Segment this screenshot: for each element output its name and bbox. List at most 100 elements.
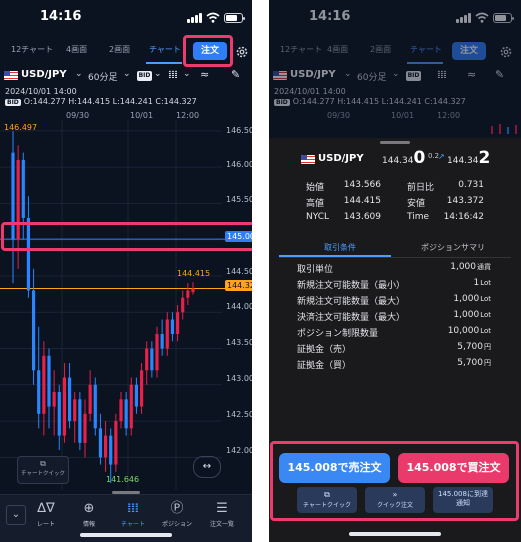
ohlc-datetime: 2024/10/01 14:00 [274, 87, 346, 96]
date-tick-label: 09/30 [327, 111, 351, 120]
indicator-icon[interactable]: ≈ [200, 68, 209, 81]
candle-body [73, 399, 77, 422]
candle-body [62, 377, 67, 436]
spread-arrow-icon: ↗ [438, 152, 445, 161]
chart-toolbar: USD/JPY ⌄ 60分足 ⌄ BID 𝍖 ≈ ✎ [269, 66, 521, 86]
spec-number: 5,700 [457, 358, 483, 368]
spec-label: 証拠金（売） [297, 345, 352, 355]
tab-chart[interactable]: チャート [410, 44, 442, 55]
pair-selector[interactable]: USD/JPY [290, 69, 336, 80]
spec-label: 証拠金（買） [297, 361, 352, 371]
pencil-icon[interactable]: ✎ [495, 68, 504, 81]
tab-4screen[interactable]: 4画面 [66, 44, 87, 55]
high-label: 高値 [306, 199, 325, 209]
nav-info-label: 情報 [82, 521, 95, 528]
gear-icon[interactable] [235, 45, 249, 59]
timeframe-selector[interactable]: 60分足 [88, 70, 117, 83]
candle-body [145, 348, 149, 371]
home-indicator [349, 532, 441, 536]
panel-pair: USD/JPY [318, 153, 364, 164]
tab-12chart[interactable]: 12チャート [280, 44, 322, 55]
subtab-divider [279, 257, 511, 258]
spec-label: 取引単位 [297, 265, 334, 275]
tab-12chart[interactable]: 12チャート [11, 44, 53, 55]
date-tick-label: 10/01 [130, 111, 154, 120]
tab-trading-conditions[interactable]: 取引条件 [324, 242, 356, 253]
tab-chart[interactable]: チャート [149, 44, 181, 55]
candle-body [175, 312, 180, 335]
tab-underline [407, 62, 443, 64]
spec-value: 1,000通貨 [450, 262, 491, 272]
ohlc-datetime: 2024/10/01 14:00 [5, 87, 77, 96]
nav-rate[interactable]: ∆∇ レート [28, 501, 64, 528]
candle-body [31, 290, 36, 371]
status-bar: 14:16 [0, 0, 252, 34]
price-line-highlight [1, 222, 252, 251]
home-indicator [80, 533, 172, 537]
candle-body [155, 334, 159, 371]
signal-icon [456, 13, 472, 23]
time-value: 14:16:42 [443, 212, 484, 222]
chevron-down-icon: ⌄ [75, 69, 83, 79]
expand-horizontal-icon[interactable]: ↔ [193, 456, 221, 478]
bid-toggle[interactable]: BID [406, 71, 421, 81]
nycl-label: NYCL [306, 212, 330, 222]
candle-body [109, 435, 113, 465]
collapse-icon[interactable]: ⌄ [6, 505, 26, 525]
chart-quick-button[interactable]: ⧉ チャートクイック [17, 456, 69, 484]
sheet-grab-handle[interactable] [380, 141, 410, 144]
ohlc-bid-badge: BID [5, 99, 21, 106]
ohlc-row: BID O:144.277 H:144.415 L:144.241 C:144.3… [5, 97, 197, 106]
order-button[interactable]: 注文 [452, 42, 486, 60]
nav-chart[interactable]: 𝍖 チャート [115, 501, 151, 528]
dimmed-background: 14:16 12チャート 4画面 2画面 チャート 注文 USD/JPY ⌄ 6… [269, 0, 521, 138]
signal-icon [187, 13, 203, 23]
spec-unit: 円 [484, 359, 491, 367]
date-tick-label: 12:00 [437, 111, 461, 120]
nav-position[interactable]: Ⓟ ポジション [159, 501, 195, 528]
spec-value: 10,000Lot [448, 326, 491, 336]
nav-order-list-label: 注文一覧 [209, 521, 234, 528]
bid-toggle[interactable]: BID [137, 71, 152, 81]
spec-unit: Lot [480, 327, 491, 335]
pair-selector[interactable]: USD/JPY [21, 69, 67, 80]
nav-info[interactable]: ⊕ 情報 [71, 501, 107, 528]
ask-quote: 144.342 [447, 148, 490, 168]
chevron-down-icon: ⌄ [344, 69, 352, 79]
price-tick-label: 145.500 [226, 195, 252, 204]
candle-body [78, 399, 82, 443]
candle-body [186, 290, 190, 298]
indicator-icon[interactable]: ≈ [467, 68, 476, 81]
candle-body [124, 399, 128, 429]
chart-quick-label: チャートクイック [21, 471, 65, 477]
candle-body [165, 319, 169, 349]
spec-value: 5,700円 [457, 342, 491, 352]
tab-2screen[interactable]: 2画面 [370, 44, 391, 55]
price-tick-label: 144.500 [226, 267, 252, 276]
tab-2screen[interactable]: 2画面 [109, 44, 130, 55]
low-annotation: 141.646 [106, 475, 140, 484]
candle-body [67, 377, 72, 422]
candlestick-type-icon[interactable]: 𝍖 [168, 68, 178, 81]
mini-candles [487, 124, 521, 134]
spec-label: 決済注文可能数量（最大） [297, 313, 406, 323]
tab-4screen[interactable]: 4画面 [327, 44, 348, 55]
spec-value: 1Lot [473, 278, 491, 288]
position-icon: Ⓟ [170, 501, 184, 516]
pencil-icon[interactable]: ✎ [231, 68, 240, 81]
spec-unit: Lot [480, 311, 491, 319]
spec-value: 5,700円 [457, 358, 491, 368]
drag-handle[interactable] [112, 491, 140, 494]
timeframe-selector[interactable]: 60分足 [357, 70, 386, 83]
phone-right: 14:16 12チャート 4画面 2画面 チャート 注文 USD/JPY ⌄ 6… [269, 0, 521, 542]
tab-position-summary[interactable]: ポジションサマリ [421, 242, 485, 253]
tab-underline [146, 62, 182, 64]
spec-unit: 通貨 [477, 263, 491, 271]
candlestick-chart[interactable] [0, 120, 252, 490]
gear-icon[interactable] [499, 45, 513, 59]
nav-order-list[interactable]: ☰ 注文一覧 [204, 501, 240, 528]
chevron-down-icon: ⌄ [123, 69, 131, 79]
candlestick-type-icon[interactable]: 𝍖 [437, 68, 447, 81]
candle-body [119, 399, 123, 422]
date-tick-label: 09/30 [66, 111, 90, 120]
